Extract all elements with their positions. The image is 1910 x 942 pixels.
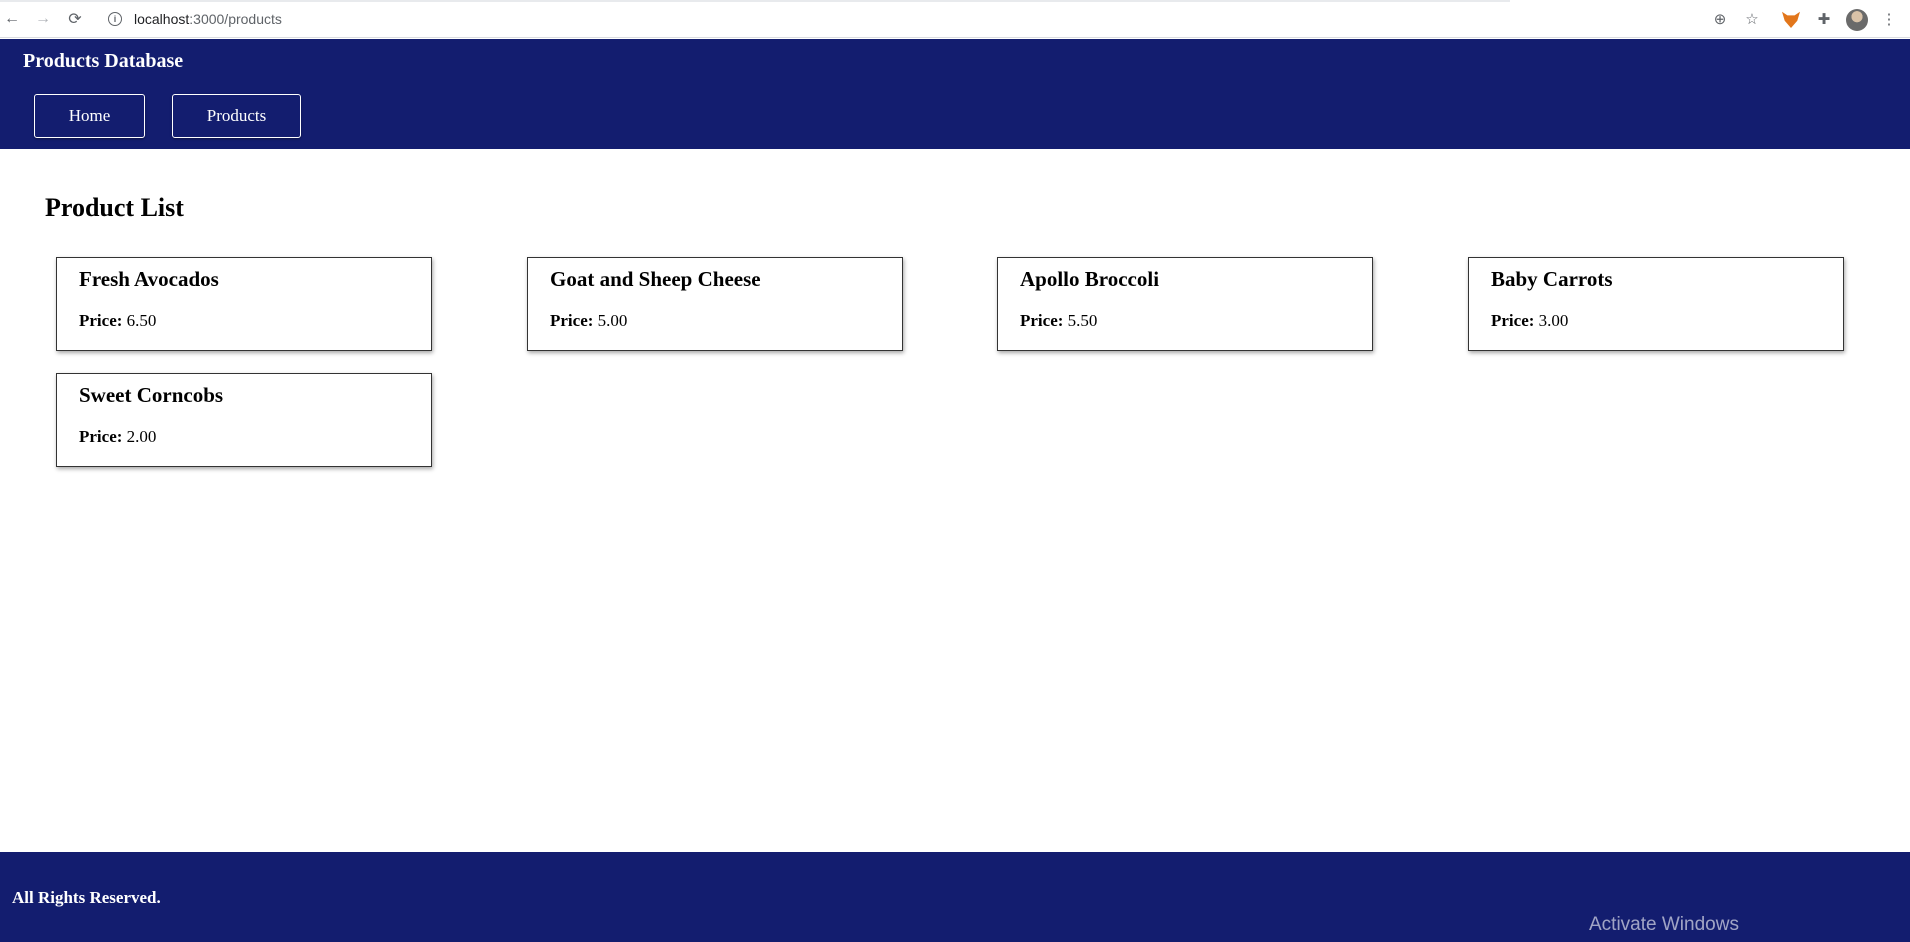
page-title: Product List: [45, 193, 184, 222]
price-label: Price:: [79, 427, 123, 446]
product-name: Sweet Corncobs: [79, 383, 224, 407]
site-footer: All Rights Reserved. Activate Windows: [0, 852, 1910, 942]
product-card: Fresh Avocados Price: 6.50: [56, 257, 432, 351]
price-value: 2.00: [126, 427, 157, 446]
site-title: Products Database: [23, 50, 184, 72]
url-host: localhost: [134, 11, 190, 27]
nav-products-button[interactable]: Products: [172, 94, 301, 138]
url-text[interactable]: localhost:3000/products: [134, 11, 282, 27]
url-path: :3000/products: [189, 11, 282, 27]
metamask-extension-icon[interactable]: [1782, 11, 1800, 28]
product-name: Baby Carrots: [1491, 267, 1613, 291]
reload-icon[interactable]: ⟳: [65, 9, 85, 29]
product-price: Price: 2.00: [79, 427, 156, 447]
price-value: 6.50: [126, 311, 157, 330]
product-price: Price: 5.00: [550, 311, 627, 331]
browser-toolbar: ← → ⟳ i localhost:3000/products ⊕ ☆ ✚ ⋮: [0, 0, 1910, 38]
tab-strip-line: [0, 0, 1510, 2]
site-header: Products Database Home Products: [0, 39, 1910, 149]
product-price: Price: 3.00: [1491, 311, 1568, 331]
extensions-puzzle-icon[interactable]: ✚: [1814, 9, 1834, 29]
browser-menu-icon[interactable]: ⋮: [1879, 9, 1899, 29]
product-price: Price: 5.50: [1020, 311, 1097, 331]
product-card: Goat and Sheep Cheese Price: 5.00: [527, 257, 903, 351]
zoom-icon[interactable]: ⊕: [1710, 9, 1730, 29]
copyright-text: All Rights Reserved.: [12, 888, 161, 907]
price-label: Price:: [1020, 311, 1064, 330]
price-label: Price:: [550, 311, 594, 330]
site-info-icon[interactable]: i: [108, 12, 122, 26]
product-card: Apollo Broccoli Price: 5.50: [997, 257, 1373, 351]
product-name: Goat and Sheep Cheese: [550, 267, 761, 291]
price-value: 5.00: [597, 311, 628, 330]
product-name: Fresh Avocados: [79, 267, 219, 291]
address-bar[interactable]: i localhost:3000/products: [96, 6, 1736, 32]
product-card: Sweet Corncobs Price: 2.00: [56, 373, 432, 467]
product-price: Price: 6.50: [79, 311, 156, 331]
forward-icon[interactable]: →: [33, 9, 53, 29]
product-card: Baby Carrots Price: 3.00: [1468, 257, 1844, 351]
activate-windows-watermark: Activate Windows: [1589, 914, 1739, 935]
product-name: Apollo Broccoli: [1020, 267, 1160, 291]
price-label: Price:: [79, 311, 123, 330]
price-value: 5.50: [1067, 311, 1098, 330]
nav-home-button[interactable]: Home: [34, 94, 145, 138]
profile-avatar[interactable]: [1846, 9, 1868, 31]
bookmark-star-icon[interactable]: ☆: [1742, 9, 1762, 29]
price-label: Price:: [1491, 311, 1535, 330]
price-value: 3.00: [1538, 311, 1569, 330]
back-icon[interactable]: ←: [2, 9, 22, 29]
